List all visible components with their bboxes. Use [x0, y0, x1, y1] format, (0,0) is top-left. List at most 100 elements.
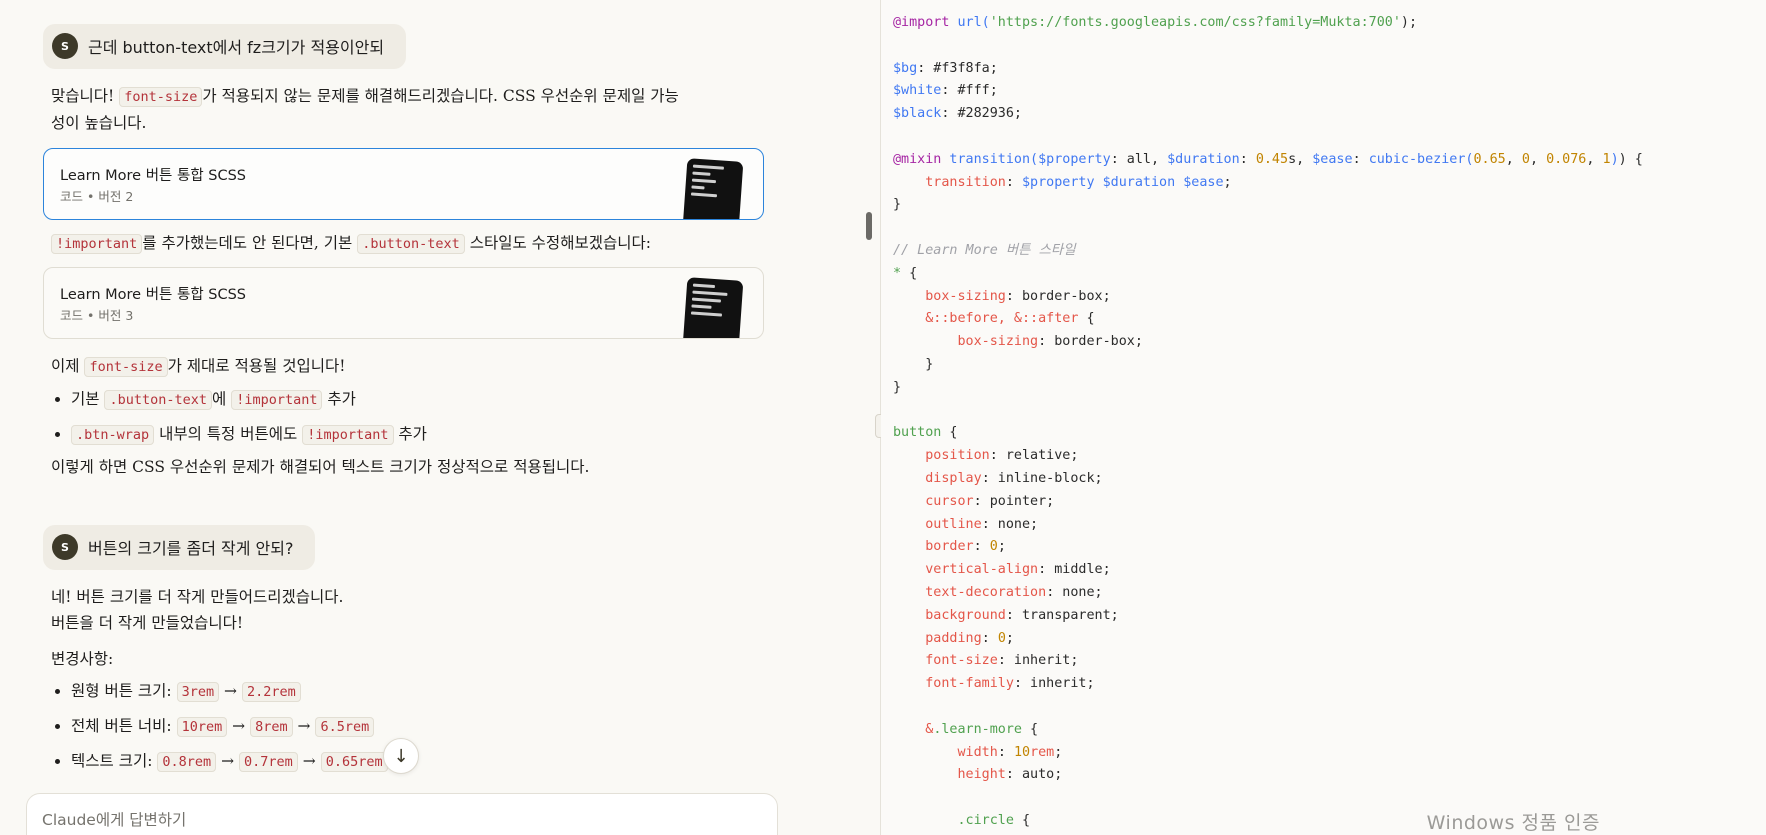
artifact-version: 버전 3: [98, 308, 134, 323]
arrow-icon: →: [221, 752, 235, 770]
code-token: .circle: [957, 812, 1014, 828]
code-line: border: 0;: [893, 536, 1643, 559]
arrow-icon: →: [302, 752, 316, 770]
code-token: : inherit;: [1013, 676, 1095, 692]
code-token: : inline-block;: [981, 470, 1103, 486]
code-line: * {: [893, 263, 1643, 286]
code-token: :: [1239, 151, 1256, 167]
code-token: : none;: [981, 516, 1039, 532]
code-token: :: [981, 630, 998, 646]
code-line: &::before, &::after {: [893, 308, 1643, 331]
code-token: *: [893, 265, 902, 281]
user-avatar: S: [52, 534, 78, 560]
scroll-to-bottom-button[interactable]: ↓: [383, 738, 419, 774]
code-token: $property: [1038, 151, 1111, 167]
code-line: cursor: pointer;: [893, 491, 1643, 514]
user-message-text: 근데 button-text에서 fz크기가 적용이안되: [88, 38, 385, 57]
assistant-reply: !important 를 추가했는데도 안 된다면, 기본 .button-tex…: [43, 230, 763, 257]
reply-text: 스타일도 수정해보겠습니다:: [464, 234, 651, 252]
code-token: 0: [989, 539, 998, 555]
code-token: : border-box;: [1005, 288, 1111, 304]
code-token: :: [997, 744, 1014, 760]
inline-code: 8rem: [250, 717, 293, 737]
arrow-down-icon: ↓: [393, 745, 409, 767]
conversation: S 근데 button-text에서 fz크기가 적용이안되 맞습니다! fon…: [43, 24, 764, 779]
reply-composer[interactable]: Claude에게 답변하기: [26, 793, 778, 835]
code-token: ;: [997, 539, 1006, 555]
artifact-card-v2[interactable]: Learn More 버튼 통합 SCSS 코드 • 버전 2: [43, 148, 764, 220]
code-token: position: [925, 448, 990, 464]
code-token: 0: [997, 630, 1006, 646]
code-line: button {: [893, 422, 1643, 445]
reply-text: 내부의 특정 버튼에도: [154, 425, 303, 443]
reply-text: 가 적용되지 않는 문제를 해결해드리겠습니다. CSS 우선순위 문제일 가능: [202, 87, 679, 105]
arrow-icon: →: [224, 682, 238, 700]
inline-code: 0.65rem: [320, 752, 388, 772]
code-token: : border-box;: [1038, 334, 1143, 350]
assistant-reply: 맞습니다! font-size 가 적용되지 않는 문제를 해결해드리겠습니다. …: [43, 83, 763, 136]
code-line: &.learn-more {: [893, 719, 1643, 742]
code-token: transition(: [941, 151, 1039, 167]
artifact-meta: 코드 • 버전 3: [60, 308, 134, 323]
code-token: cursor: [925, 493, 974, 509]
list-item: 기본 .button-text 에 !important 추가: [51, 382, 763, 417]
code-line: }: [893, 354, 1643, 377]
code-token: : pointer;: [973, 493, 1055, 509]
reply-text: 네! 버튼 크기를 더 작게 만들어드리겠습니다.: [51, 588, 344, 606]
user-message: S 버튼의 크기를 좀더 작게 안되?: [43, 525, 316, 570]
composer-placeholder: Claude에게 답변하기: [42, 811, 187, 829]
code-token: $ease: [1312, 151, 1353, 167]
code-line: $black: #282936;: [893, 103, 1643, 126]
code-line: // Learn More 버튼 스타일: [893, 240, 1643, 263]
code-line: }: [893, 377, 1643, 400]
reply-text: 텍스트 크기:: [71, 752, 158, 770]
code-token: s,: [1288, 151, 1313, 167]
arrow-icon: →: [232, 717, 246, 735]
chat-scrollbar[interactable]: [866, 212, 872, 240]
artifact-thumbnail: [682, 277, 744, 338]
inline-code: font-size: [84, 357, 168, 377]
code-token: rem: [1030, 744, 1055, 760]
code-token: }: [893, 197, 902, 213]
code-token: : #f3f8fa;: [917, 60, 998, 76]
code-token: : #fff;: [941, 83, 998, 99]
reply-text: 기본: [71, 390, 105, 408]
code-token: box-sizing: [925, 288, 1006, 304]
code-token: :: [973, 539, 990, 555]
code-token: display: [925, 470, 982, 486]
code-token: : auto;: [1005, 767, 1063, 783]
code-line: font-family: inherit;: [893, 673, 1643, 696]
chat-pane: S 근데 button-text에서 fz크기가 적용이안되 맞습니다! fon…: [0, 0, 880, 835]
code-token: : inherit;: [997, 653, 1079, 669]
reply-text: 원형 버튼 크기:: [71, 682, 177, 700]
code-token: @mixin: [893, 151, 942, 167]
inline-code: 3rem: [176, 682, 220, 702]
reply-text: 이제: [51, 357, 85, 375]
user-message-text: 버튼의 크기를 좀더 작게 안되?: [88, 539, 294, 558]
code-token: ;: [1223, 174, 1232, 190]
code-token: box-sizing: [957, 334, 1039, 350]
code-token: 0.45: [1255, 151, 1289, 167]
code-line: $bg: #f3f8fa;: [893, 58, 1643, 81]
code-token: {: [1022, 721, 1039, 737]
artifact-card-v3[interactable]: Learn More 버튼 통합 SCSS 코드 • 버전 3: [43, 267, 764, 339]
inline-code: 0.8rem: [157, 752, 217, 772]
code-token: vertical-align: [925, 562, 1039, 578]
code-line: @import url('https://fonts.googleapis.co…: [893, 12, 1643, 35]
code-line: box-sizing: border-box;: [893, 286, 1643, 309]
code-line: height: auto;: [893, 764, 1643, 787]
code-token: text-decoration: [925, 584, 1047, 600]
